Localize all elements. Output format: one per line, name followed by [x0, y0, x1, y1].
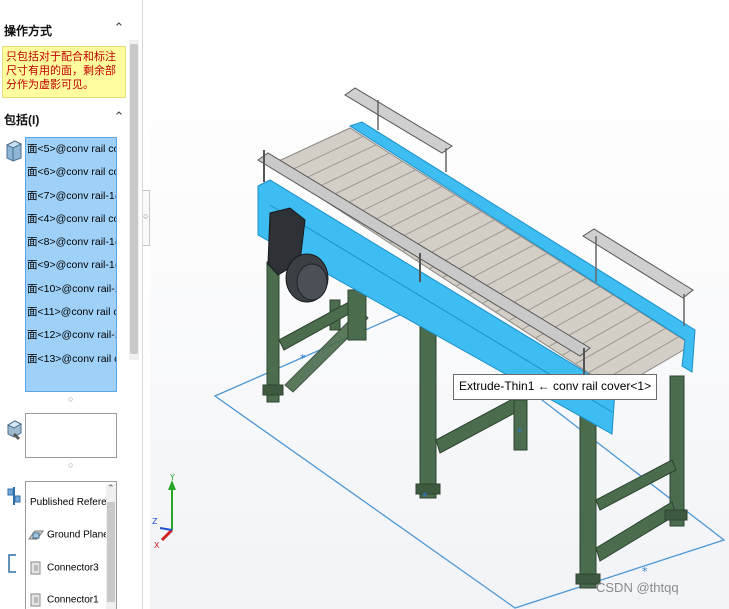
list-item[interactable]: 面<4>@conv rail cover-1	[26, 208, 116, 231]
faces-selection-icon	[5, 140, 23, 162]
connector-icon	[30, 561, 41, 575]
splitter-grip-icon: ○	[143, 211, 149, 221]
collapse-operation-chevron-icon[interactable]: ⌃	[113, 20, 125, 36]
triad-y-label: Y	[169, 473, 175, 482]
graphics-viewport[interactable]: * * * * Y Z X Extrude-Thin1 ← conv rail …	[150, 0, 729, 609]
reference-triad[interactable]: Y Z X	[152, 473, 176, 550]
list-item[interactable]: 面<12>@conv rail-1@Co	[26, 324, 116, 347]
tree-item-connector1[interactable]: Connector1	[28, 592, 99, 608]
published-references-scrollbar[interactable]: ⌃	[106, 483, 116, 609]
plane-icon	[28, 530, 44, 540]
published-references-icon	[7, 487, 21, 505]
components-selection-box[interactable]	[25, 413, 117, 458]
conveyor-model[interactable]: * * * * Y Z X	[150, 0, 729, 609]
tree-item-ground-plane[interactable]: Ground Plane	[28, 527, 109, 543]
list-item[interactable]: 面<10>@conv rail-1@Co	[26, 278, 116, 301]
scroll-up-icon[interactable]: ⌃	[107, 483, 115, 494]
list-item[interactable]: 面<11>@conv rail cover-	[26, 301, 116, 324]
tree-item-label: Ground Plane	[47, 529, 109, 541]
svg-text:*: *	[422, 490, 428, 503]
list-item[interactable]: 面<7>@conv rail-1@Con	[26, 185, 116, 208]
list-item[interactable]: 面<6>@conv rail cover-1	[26, 161, 116, 184]
watermark: CSDN @thtqq	[596, 580, 679, 595]
panel-divider	[142, 0, 143, 609]
collapse-include-chevron-icon[interactable]: ⌃	[113, 109, 125, 125]
tree-item-label: Connector1	[47, 594, 99, 606]
scrollbar-thumb[interactable]	[130, 44, 138, 354]
include-section-title: 包括(I)	[4, 113, 40, 127]
feature-tooltip: Extrude-Thin1 ← conv rail cover<1>	[453, 374, 658, 400]
list-resize-grip-icon[interactable]: ○	[68, 394, 73, 404]
svg-text:*: *	[517, 426, 523, 439]
panel-splitter-handle[interactable]: ○	[143, 190, 150, 246]
included-faces-list[interactable]: 面<5>@conv rail cover-1 面<6>@conv rail co…	[25, 137, 117, 392]
svg-text:*: *	[642, 565, 648, 578]
connector-icon	[30, 593, 41, 607]
help-message: 只包括对于配合和标注尺寸有用的面，剩余部分作为虚影可见。	[2, 46, 126, 98]
components-selection-icon	[6, 420, 23, 440]
published-references-header: Published References	[30, 497, 116, 508]
tree-item-label: Connector3	[47, 562, 99, 574]
published-references-tree[interactable]: Published References Ground Plane Connec…	[25, 481, 117, 609]
scrollbar-thumb[interactable]	[107, 502, 115, 602]
bracket-icon	[8, 554, 16, 573]
panel-scrollbar[interactable]	[129, 40, 139, 360]
list-item[interactable]: 面<13>@conv rail cover-	[26, 348, 116, 371]
tree-item-connector3[interactable]: Connector3	[28, 560, 99, 576]
triad-z-label: Z	[152, 517, 158, 526]
operation-section-title: 操作方式	[4, 24, 53, 38]
list-item[interactable]: 面<5>@conv rail cover-1	[26, 138, 116, 161]
list-item[interactable]: 面<9>@conv rail-1@Con	[26, 254, 116, 277]
svg-text:*: *	[300, 352, 306, 365]
box-resize-grip-icon[interactable]: ○	[68, 460, 73, 470]
triad-x-label: X	[154, 541, 160, 550]
list-item[interactable]: 面<8>@conv rail-1@Con	[26, 231, 116, 254]
property-manager-panel: 操作方式 ⌃ 只包括对于配合和标注尺寸有用的面，剩余部分作为虚影可见。 包括(I…	[0, 0, 142, 609]
